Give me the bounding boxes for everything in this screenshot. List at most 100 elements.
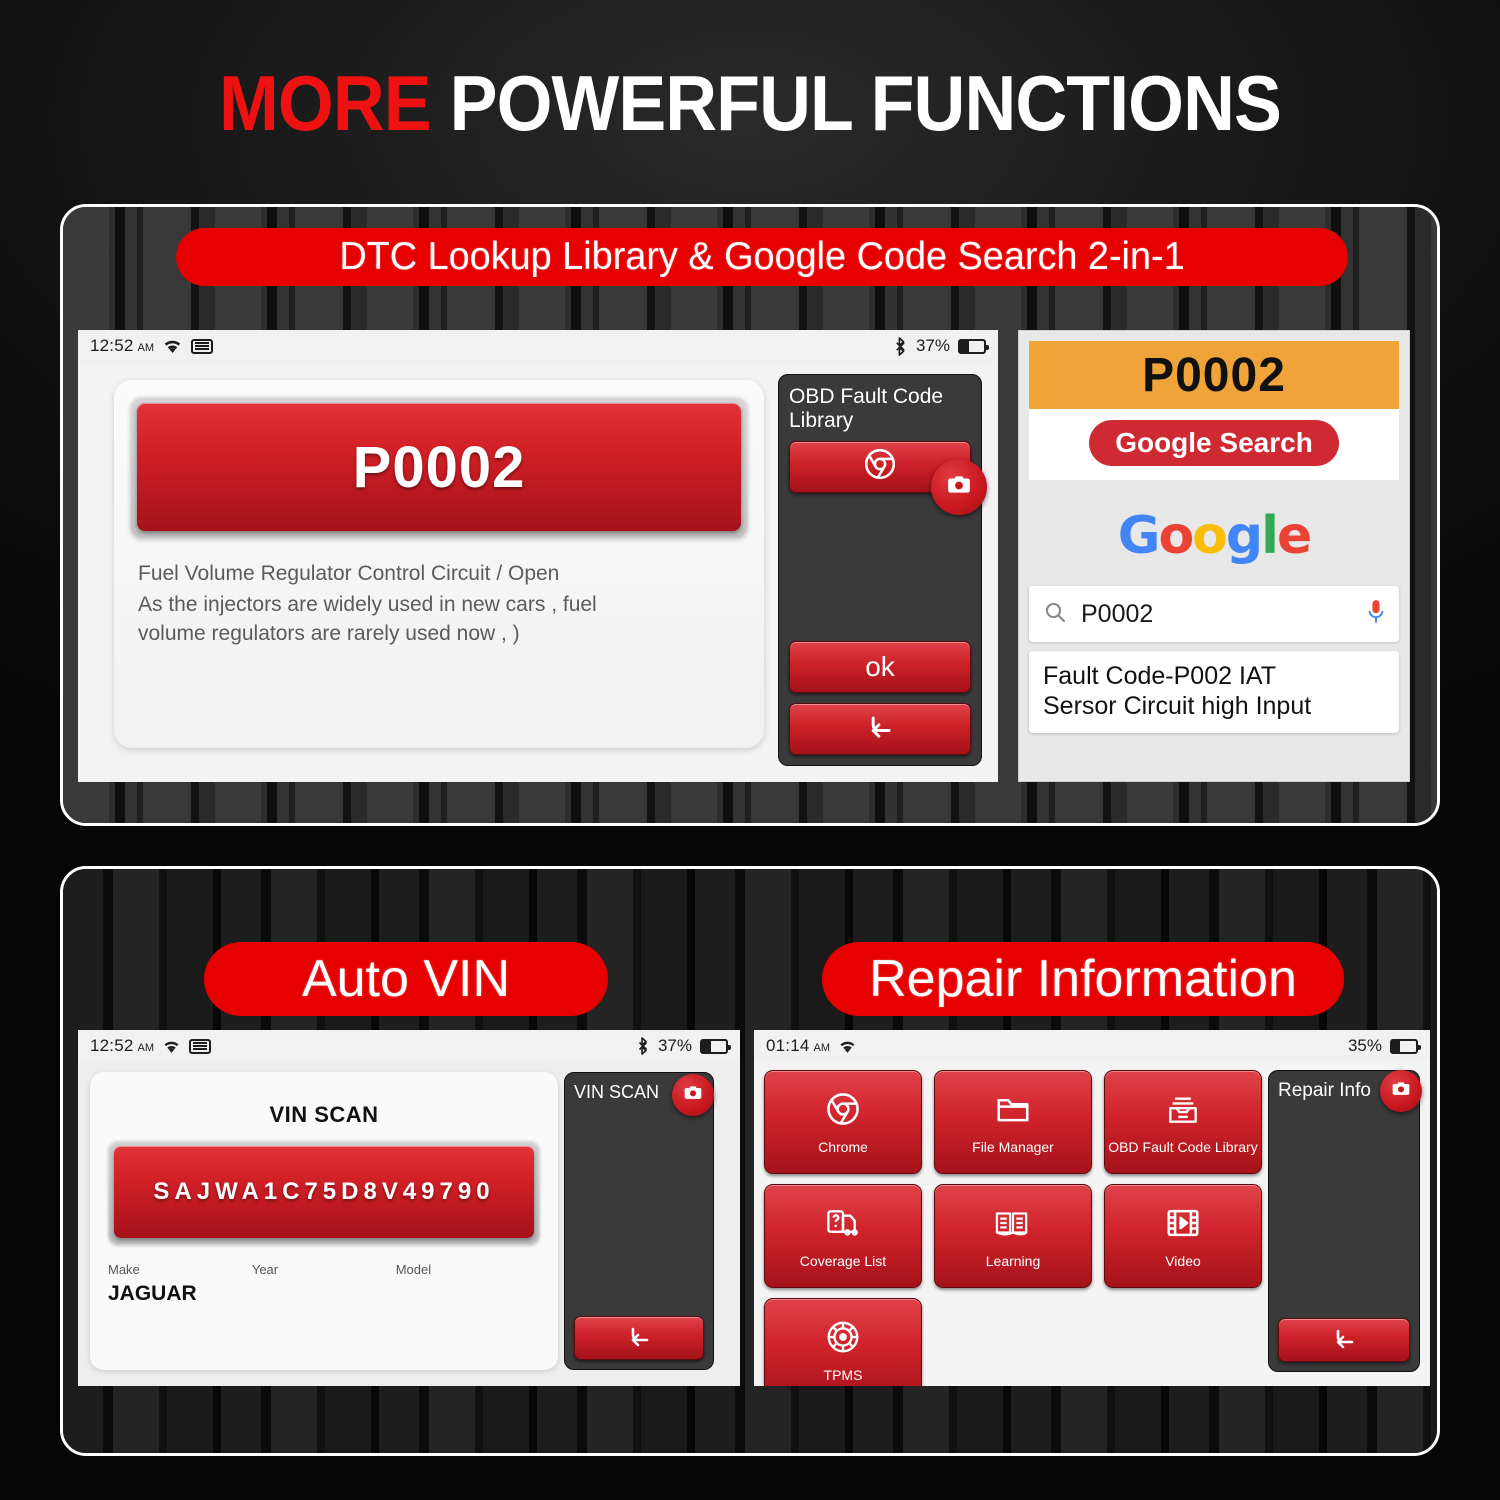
google-card-code: P0002 (1029, 341, 1399, 409)
dtc-description-line1: Fuel Volume Regulator Control Circuit / … (138, 562, 560, 585)
keyboard-icon (191, 338, 214, 354)
chrome-icon (862, 446, 898, 489)
vehicle-question-icon (824, 1204, 862, 1247)
back-button[interactable] (789, 703, 971, 755)
tile-label: Video (1165, 1252, 1201, 1269)
banner-dtc-lookup: DTC Lookup Library & Google Code Search … (176, 228, 1348, 286)
camera-button[interactable] (1380, 1070, 1422, 1112)
tablet-screen-dtc: 12:52 AM 37% P0002 Fuel Volume Regulator… (78, 330, 998, 782)
dtc-result-card: P0002 Fuel Volume Regulator Control Circ… (114, 380, 764, 748)
dtc-sidebar: OBD Fault Code Library ok (778, 374, 987, 766)
status-ampm: AM (137, 1042, 155, 1054)
vin-field-year: Year (252, 1262, 396, 1306)
status-bar-dtc: 12:52 AM 37% (78, 330, 998, 362)
vin-sidebar: VIN SCAN (564, 1072, 714, 1370)
google-search-input[interactable]: P0002 (1029, 586, 1399, 642)
vin-field-label: Year (251, 1262, 279, 1277)
status-ampm: AM (813, 1042, 831, 1054)
page-title: MORE POWERFUL FUNCTIONS (60, 58, 1440, 149)
battery-icon (700, 1038, 731, 1054)
tile-learning[interactable]: Learning (934, 1184, 1092, 1288)
tile-coverage-list[interactable]: Coverage List (764, 1184, 922, 1288)
vin-card-title: VIN SCAN (269, 1102, 379, 1127)
repair-screen-body: Chrome File Manager OBD Fault Code Libra… (754, 1062, 1430, 1386)
tablet-screen-repair: 01:14 AM 35% Chrome File Manager OBD Fau… (754, 1030, 1430, 1386)
dtc-description-line3: volume regulators are rarely used now , … (138, 621, 520, 645)
back-arrow-icon (863, 713, 897, 746)
dtc-sidebar-title: OBD Fault Code Library (789, 385, 944, 432)
tile-label: Coverage List (799, 1252, 887, 1269)
back-button[interactable] (574, 1316, 704, 1360)
wifi-icon (838, 1039, 857, 1054)
open-book-icon (994, 1204, 1032, 1247)
tile-chrome[interactable]: Chrome (764, 1070, 922, 1174)
tablet-screen-vin: 12:52 AM 37% VIN SCAN SAJWA1C75D8V49790 (78, 1030, 740, 1386)
banner-repair-information: Repair Information (822, 942, 1344, 1016)
battery-icon (1390, 1038, 1421, 1054)
search-icon (1043, 600, 1067, 629)
status-bar-repair: 01:14 AM 35% (754, 1030, 1430, 1062)
tile-label: OBD Fault Code Library (1108, 1138, 1258, 1155)
status-time: 12:52 (90, 1036, 134, 1055)
poster-root: MORE POWERFUL FUNCTIONS DTC Lookup Libra… (0, 0, 1500, 1500)
dtc-code-bezel: P0002 (130, 396, 748, 538)
camera-icon (946, 472, 972, 503)
status-bar-vin: 12:52 AM 37% (78, 1030, 740, 1062)
banner-auto-vin: Auto VIN (204, 942, 608, 1016)
bluetooth-icon (638, 1037, 650, 1055)
status-time: 01:14 (766, 1036, 810, 1055)
camera-icon (683, 1083, 703, 1108)
dtc-description-line2: As the injectors are widely used in new … (138, 592, 597, 616)
vin-field-label: Model (395, 1262, 432, 1277)
google-result-snippet[interactable]: Fault Code-P002 IAT Sersor Circuit high … (1029, 651, 1399, 733)
wifi-icon (162, 1039, 181, 1054)
back-button[interactable] (1278, 1318, 1410, 1362)
camera-icon (1391, 1079, 1411, 1104)
status-time: 12:52 (90, 336, 134, 355)
vin-bezel: SAJWA1C75D8V49790 (108, 1140, 540, 1244)
chrome-icon (824, 1090, 862, 1133)
repair-tile-grid: Chrome File Manager OBD Fault Code Libra… (764, 1070, 1262, 1386)
dtc-code-button[interactable]: P0002 (137, 403, 741, 531)
headline-accent-word: MORE (219, 59, 432, 147)
tile-label: TPMS (823, 1366, 863, 1383)
google-search-card: P0002 Google Search Google P0002 Fault C… (1018, 330, 1410, 782)
bluetooth-icon (895, 336, 908, 356)
vin-card: VIN SCAN SAJWA1C75D8V49790 Make JAGUAR Y… (90, 1072, 558, 1370)
file-tray-icon (1164, 1090, 1202, 1133)
keyboard-icon (189, 1038, 212, 1054)
tile-video[interactable]: Video (1104, 1184, 1262, 1288)
tile-tpms[interactable]: TPMS (764, 1298, 922, 1386)
tile-label: Chrome (818, 1138, 868, 1155)
vin-screen-body: VIN SCAN SAJWA1C75D8V49790 Make JAGUAR Y… (78, 1062, 740, 1386)
tile-obd-fault-code-library[interactable]: OBD Fault Code Library (1104, 1070, 1262, 1174)
repair-sidebar: Repair Info (1268, 1070, 1422, 1372)
tile-label: File Manager (972, 1138, 1054, 1155)
vin-value-button[interactable]: SAJWA1C75D8V49790 (114, 1146, 534, 1238)
microphone-icon[interactable] (1367, 599, 1385, 630)
wifi-icon (162, 338, 183, 354)
battery-percent: 37% (915, 336, 950, 355)
camera-button[interactable] (672, 1074, 714, 1116)
google-query-text: P0002 (1081, 599, 1154, 628)
camera-button[interactable] (931, 459, 987, 516)
google-result-line2: Sersor Circuit high Input (1043, 692, 1312, 720)
repair-sidebar-title: Repair Info (1278, 1080, 1371, 1101)
google-logo: Google (1117, 506, 1313, 566)
back-arrow-icon (1329, 1324, 1359, 1356)
tile-label: Learning (985, 1252, 1041, 1269)
folder-icon (994, 1090, 1032, 1133)
vin-field-model: Model (396, 1262, 540, 1306)
ok-button[interactable]: ok (789, 641, 971, 693)
battery-percent: 37% (657, 1036, 692, 1055)
vin-field-value: JAGUAR (108, 1282, 197, 1305)
battery-percent: 35% (1347, 1036, 1382, 1055)
google-search-button[interactable]: Google Search (1089, 420, 1339, 466)
vin-field-make: Make JAGUAR (108, 1262, 252, 1306)
film-play-icon (1164, 1204, 1202, 1247)
battery-icon (958, 338, 989, 354)
back-arrow-icon (624, 1322, 654, 1354)
tile-file-manager[interactable]: File Manager (934, 1070, 1092, 1174)
tire-icon (824, 1318, 862, 1361)
vin-sidebar-title: VIN SCAN (574, 1082, 660, 1102)
